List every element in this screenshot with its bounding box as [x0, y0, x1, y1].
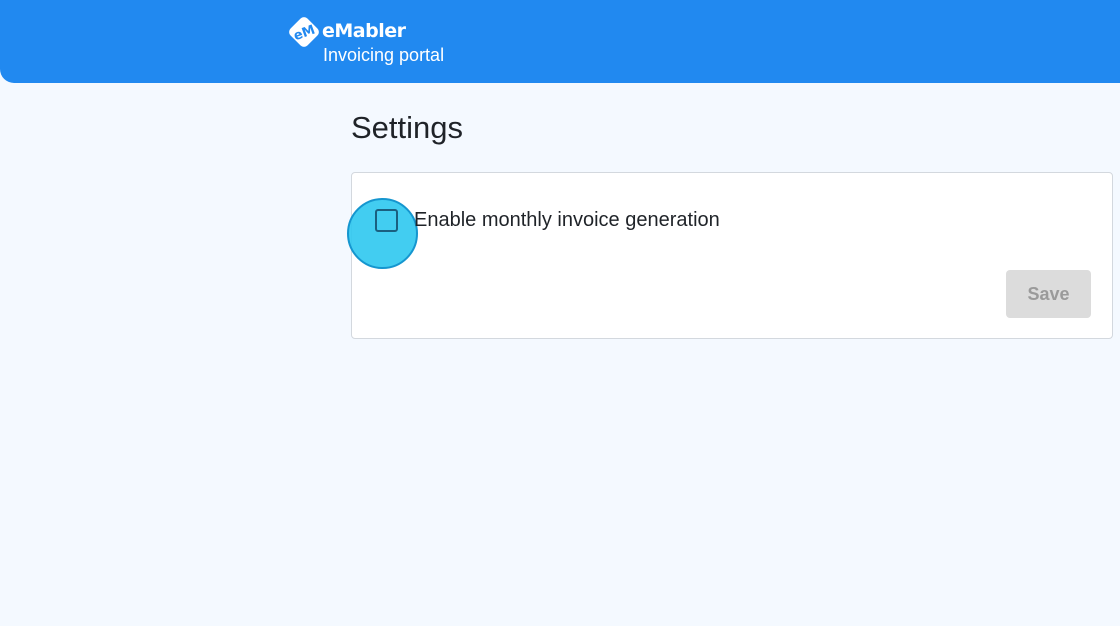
settings-card [351, 172, 1113, 339]
monthly-invoice-checkbox[interactable] [375, 209, 398, 232]
emabler-logo-icon: eM [289, 17, 319, 47]
save-button[interactable]: Save [1006, 270, 1091, 318]
brand-name: eMabler [322, 20, 406, 42]
monthly-invoice-label[interactable]: Enable monthly invoice generation [414, 209, 720, 232]
page-title: Settings [351, 110, 464, 145]
app-header: eM eMabler Invoicing portal [0, 0, 1120, 83]
portal-subtitle: Invoicing portal [323, 45, 445, 65]
